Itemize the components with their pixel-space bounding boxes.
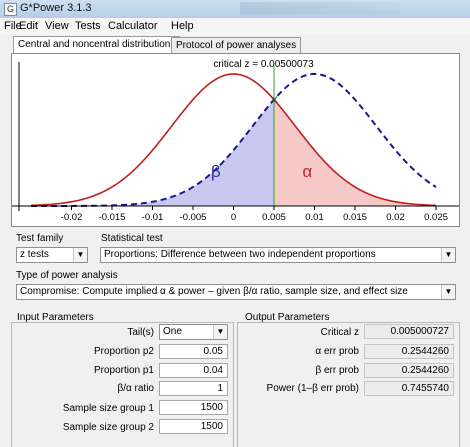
alpha-err-prob-value: 0.2544260 xyxy=(364,344,454,359)
alpha-region-label: α xyxy=(302,162,312,181)
tails-select[interactable]: One ▼ xyxy=(159,324,228,340)
tails-value: One xyxy=(163,326,182,337)
beta-region xyxy=(31,99,275,206)
critical-z-label: Critical z xyxy=(320,327,359,338)
tab-distributions[interactable]: Central and noncentral distributions xyxy=(13,36,181,54)
menu-view[interactable]: View xyxy=(45,20,69,32)
test-family-value: z tests xyxy=(20,249,49,260)
menu-tests[interactable]: Tests xyxy=(75,20,101,32)
plot-title: critical z = 0.00500073 xyxy=(213,59,314,70)
distribution-plot: β α critical z = 0.00500073 -0.02 -0.015 -0.0… xyxy=(12,59,459,223)
sample-size-group1-label: Sample size group 1 xyxy=(62,403,154,414)
x-axis-tick-label: -0.01 xyxy=(142,212,164,223)
power-analysis-label: Type of power analysis xyxy=(16,270,118,281)
statistical-test-label: Statistical test xyxy=(101,233,163,244)
x-axis-tick-label: -0.005 xyxy=(180,212,207,223)
power-analysis-value: Compromise: Compute implied α & power – … xyxy=(20,286,408,297)
sample-size-group2-input[interactable]: 1500 xyxy=(159,419,228,434)
beta-alpha-ratio-input[interactable]: 1 xyxy=(159,381,228,396)
tails-label: Tail(s) xyxy=(127,327,154,338)
chevron-down-icon[interactable]: ▼ xyxy=(213,325,227,339)
alpha-err-prob-label: α err prob xyxy=(315,346,359,357)
sample-size-group2-label: Sample size group 2 xyxy=(62,422,154,433)
power-analysis-select[interactable]: Compromise: Compute implied α & power – … xyxy=(16,284,456,300)
test-family-select[interactable]: z tests ▼ xyxy=(16,247,88,263)
power-value: 0.7455740 xyxy=(364,381,454,396)
gpower-app-icon[interactable]: G xyxy=(4,3,17,16)
menu-calculator[interactable]: Calculator xyxy=(108,20,158,32)
proportion-p1-input[interactable]: 0.04 xyxy=(159,363,228,378)
menu-help[interactable]: Help xyxy=(171,20,194,32)
chevron-down-icon[interactable]: ▼ xyxy=(441,248,455,262)
menu-bar: File Edit View Tests Calculator Help xyxy=(0,18,470,35)
x-axis-tick-label: 0.02 xyxy=(386,212,405,223)
critical-z-value: 0.005000727 xyxy=(364,324,454,339)
menu-edit[interactable]: Edit xyxy=(19,20,38,32)
alpha-region xyxy=(274,99,436,206)
beta-region-label: β xyxy=(211,162,221,181)
proportion-p2-label: Proportion p2 xyxy=(93,346,154,357)
x-axis-tick-label: -0.015 xyxy=(99,212,126,223)
x-axis-tick-label: 0.01 xyxy=(305,212,324,223)
test-family-label: Test family xyxy=(16,233,64,244)
beta-alpha-ratio-label: β/α ratio xyxy=(117,383,154,394)
distribution-plot-panel: β α critical z = 0.00500073 -0.02 -0.015 -0.0… xyxy=(11,53,460,227)
proportion-p2-input[interactable]: 0.05 xyxy=(159,344,228,359)
beta-err-prob-value: 0.2544260 xyxy=(364,363,454,378)
statistical-test-value: Proportions: Difference between two inde… xyxy=(104,249,376,260)
chevron-down-icon[interactable]: ▼ xyxy=(441,285,455,299)
sample-size-group1-input[interactable]: 1500 xyxy=(159,400,228,415)
chevron-down-icon[interactable]: ▼ xyxy=(73,248,87,262)
power-label: Power (1–β err prob) xyxy=(266,383,359,394)
x-axis-tick-label: 0 xyxy=(231,212,236,223)
title-bar: G G*Power 3.1.3 xyxy=(0,0,470,19)
x-axis-tick-label: -0.02 xyxy=(61,212,83,223)
x-axis-tick-label: 0.005 xyxy=(262,212,286,223)
proportion-p1-label: Proportion p1 xyxy=(93,365,154,376)
x-axis-tick-label: 0.025 xyxy=(424,212,448,223)
x-axis-tick-label: 0.015 xyxy=(343,212,367,223)
beta-err-prob-label: β err prob xyxy=(315,365,359,376)
window-title: G*Power 3.1.3 xyxy=(20,2,92,14)
statistical-test-select[interactable]: Proportions: Difference between two inde… xyxy=(100,247,456,263)
tab-protocol[interactable]: Protocol of power analyses xyxy=(171,37,302,54)
title-bar-blur xyxy=(240,2,400,14)
